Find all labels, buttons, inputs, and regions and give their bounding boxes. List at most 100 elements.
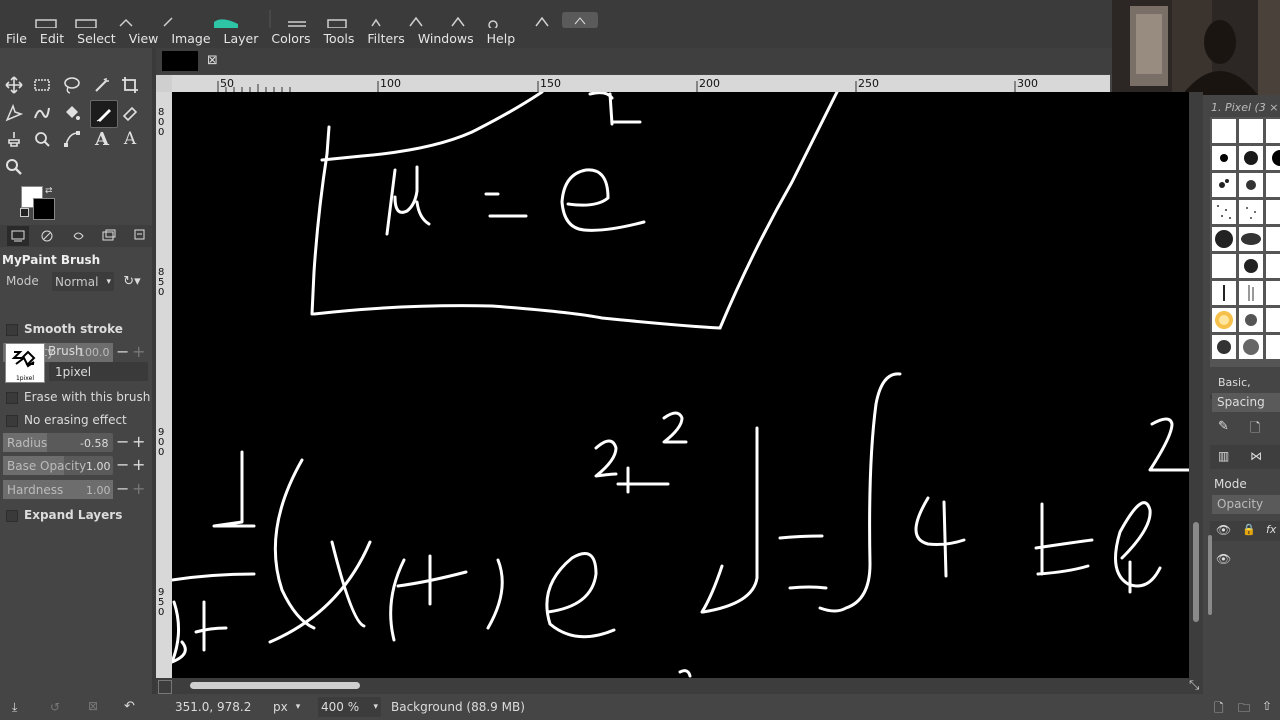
- brush-cell[interactable]: [1212, 119, 1236, 143]
- smooth-stroke-checkbox[interactable]: Smooth stroke: [6, 322, 123, 336]
- brush-cell[interactable]: [1239, 173, 1263, 197]
- text-tool-icon[interactable]: A: [91, 128, 113, 150]
- reset-options-icon[interactable]: ↶: [124, 699, 135, 714]
- move-tool-icon[interactable]: [3, 74, 25, 96]
- radius-decrease-button[interactable]: −: [116, 432, 129, 451]
- horizontal-ruler[interactable]: 50 100 150 200 250 300: [172, 75, 1110, 92]
- expand-layers-checkbox[interactable]: Expand Layers: [6, 508, 122, 522]
- brush-cell[interactable]: [1239, 281, 1263, 305]
- fuzzy-select-icon[interactable]: [91, 74, 113, 96]
- horizontal-scroll-thumb[interactable]: [190, 682, 360, 689]
- save-options-icon[interactable]: ⤓: [12, 700, 17, 715]
- spacing-slider[interactable]: Spacing: [1212, 393, 1280, 412]
- brush-cell[interactable]: [1212, 308, 1236, 332]
- dock-menu-icon[interactable]: [134, 229, 146, 244]
- layers-opacity-slider[interactable]: Opacity: [1212, 495, 1280, 514]
- mode-select[interactable]: Normal ▾: [52, 272, 114, 291]
- brush-cell[interactable]: [1266, 308, 1280, 332]
- brush-cell[interactable]: [1266, 254, 1280, 278]
- brush-cell[interactable]: [1266, 146, 1280, 170]
- brush-cell[interactable]: [1239, 335, 1263, 359]
- horizontal-scrollbar[interactable]: ⤡: [156, 678, 1203, 694]
- unit-select[interactable]: px ▾: [273, 697, 311, 717]
- brush-cell[interactable]: [1239, 200, 1263, 224]
- radius-increase-button[interactable]: +: [132, 432, 145, 451]
- brush-cell[interactable]: [1239, 227, 1263, 251]
- brush-cell[interactable]: [1266, 335, 1280, 359]
- unified-transform-icon[interactable]: [3, 102, 25, 124]
- brush-cell[interactable]: [1239, 119, 1263, 143]
- layer-visibility-eye-icon[interactable]: 👁: [1216, 552, 1231, 566]
- brush-cell[interactable]: [1212, 335, 1236, 359]
- clone-icon[interactable]: [3, 128, 25, 150]
- new-layer-group-icon[interactable]: 🗀: [1238, 699, 1250, 720]
- no-erasing-checkbox[interactable]: No erasing effect: [6, 413, 127, 427]
- hardness-decrease-button[interactable]: −: [116, 479, 129, 498]
- opacity-increase-button[interactable]: +: [132, 342, 145, 361]
- delete-options-icon[interactable]: ⊠: [88, 699, 98, 713]
- warp-transform-icon[interactable]: [31, 102, 53, 124]
- fx-icon[interactable]: fx: [1266, 523, 1276, 536]
- brush-cell[interactable]: [1266, 173, 1280, 197]
- smudge-icon[interactable]: [31, 128, 53, 150]
- brush-name-field[interactable]: 1pixel: [49, 362, 148, 381]
- new-brush-icon[interactable]: 🗋: [1250, 419, 1260, 441]
- brush-thumbnail[interactable]: 1pixel: [5, 343, 45, 383]
- vertical-ruler[interactable]: 8 0 0 8 5 0 9 0 0 9 5 0: [156, 92, 172, 678]
- menu-image[interactable]: Image: [165, 31, 217, 46]
- images-tab-icon[interactable]: [102, 229, 116, 246]
- layers-tab-icon[interactable]: ▥: [1218, 449, 1229, 463]
- restore-options-icon[interactable]: ↺: [50, 700, 60, 714]
- brush-cell[interactable]: [1212, 254, 1236, 278]
- tool-options-tab-icon[interactable]: [7, 226, 29, 246]
- image-canvas[interactable]: [172, 92, 1189, 678]
- zoom-icon[interactable]: [3, 156, 25, 178]
- menu-edit[interactable]: Edit: [34, 31, 71, 46]
- swap-colors-icon[interactable]: ⇄: [45, 186, 53, 196]
- image-tab-thumbnail[interactable]: [162, 51, 198, 71]
- ruler-corner-button[interactable]: [156, 75, 172, 92]
- brush-cell[interactable]: [1212, 200, 1236, 224]
- gegl-operation-icon[interactable]: A: [119, 128, 141, 150]
- menu-layer[interactable]: Layer: [218, 31, 266, 46]
- mode-reset-icon[interactable]: ↻▾: [117, 272, 147, 291]
- brush-cell[interactable]: [1266, 281, 1280, 305]
- brush-cell[interactable]: [1212, 146, 1236, 170]
- background-color-swatch[interactable]: [33, 198, 55, 220]
- close-tab-icon[interactable]: ⊠: [207, 53, 218, 68]
- erase-with-brush-checkbox[interactable]: Erase with this brush: [6, 390, 150, 404]
- vertical-scroll-thumb[interactable]: [1193, 522, 1199, 622]
- raise-layer-icon[interactable]: ⇧: [1262, 699, 1272, 713]
- navigate-icon[interactable]: ⤡: [1189, 678, 1199, 693]
- vertical-scrollbar[interactable]: [1189, 92, 1203, 678]
- menu-view[interactable]: View: [123, 31, 166, 46]
- base-opacity-decrease-button[interactable]: −: [116, 455, 129, 474]
- hardness-increase-button[interactable]: +: [132, 479, 145, 498]
- menu-filters[interactable]: Filters: [361, 31, 411, 46]
- dock-scroll-thumb[interactable]: [1208, 535, 1212, 615]
- brush-cell[interactable]: [1212, 173, 1236, 197]
- menu-file[interactable]: File: [0, 31, 34, 46]
- channels-tab-icon[interactable]: ⋈: [1250, 449, 1262, 463]
- edit-brush-icon[interactable]: ✎: [1218, 419, 1229, 434]
- quick-mask-toggle-icon[interactable]: [158, 680, 172, 694]
- menu-tools[interactable]: Tools: [318, 31, 362, 46]
- lock-icon[interactable]: 🔒: [1242, 523, 1256, 536]
- visibility-eye-icon[interactable]: 👁: [1216, 523, 1231, 537]
- paths-icon[interactable]: [61, 128, 83, 150]
- eraser-icon[interactable]: [119, 102, 141, 124]
- zoom-select[interactable]: 400 % ▾: [318, 697, 381, 717]
- rect-select-icon[interactable]: [31, 74, 53, 96]
- menu-help[interactable]: Help: [481, 31, 523, 46]
- bucket-fill-icon[interactable]: [61, 102, 83, 124]
- brush-cell[interactable]: [1212, 281, 1236, 305]
- new-layer-icon[interactable]: 🗋: [1214, 699, 1224, 720]
- device-status-tab-icon[interactable]: [40, 229, 54, 246]
- brush-cell[interactable]: [1266, 227, 1280, 251]
- mypaint-brush-icon[interactable]: [90, 100, 118, 128]
- brush-cell[interactable]: [1239, 146, 1263, 170]
- lasso-icon[interactable]: [61, 74, 83, 96]
- crop-icon[interactable]: [119, 74, 141, 96]
- brush-cell[interactable]: [1266, 119, 1280, 143]
- base-opacity-increase-button[interactable]: +: [132, 455, 145, 474]
